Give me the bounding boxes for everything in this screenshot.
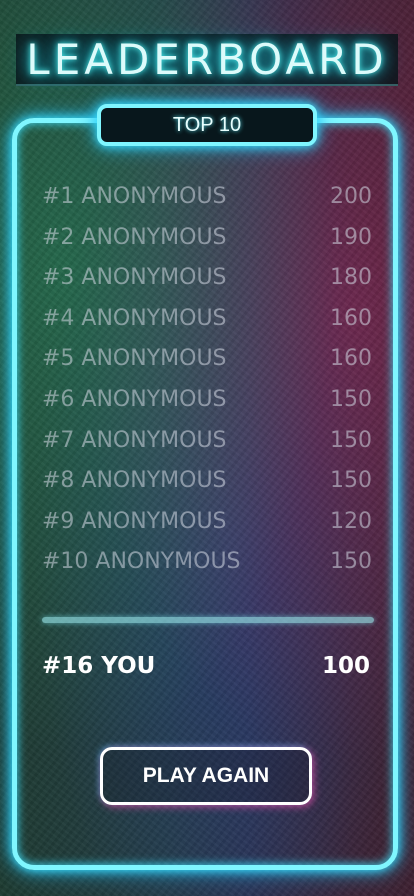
row-rank-name: #6 ANONYMOUS: [42, 386, 227, 412]
row-rank-name: #8 ANONYMOUS: [42, 468, 227, 494]
leaderboard-row: #3 ANONYMOUS 180: [42, 258, 372, 299]
row-score: 160: [330, 305, 372, 331]
leaderboard-row: #2 ANONYMOUS 190: [42, 218, 372, 259]
row-rank-name: #2 ANONYMOUS: [42, 224, 227, 250]
leaderboard-row: #5 ANONYMOUS 160: [42, 339, 372, 380]
tab-top-10: TOP 10: [172, 114, 242, 136]
row-score: 120: [330, 508, 372, 534]
player-score: 100: [321, 653, 370, 679]
player-rank-name: #16 YOU: [42, 653, 156, 679]
row-score: 190: [330, 224, 372, 250]
leaderboard-list: #1 ANONYMOUS 200 #2 ANONYMOUS 190 #3 ANO…: [42, 177, 372, 583]
row-score: 160: [330, 346, 372, 372]
row-score: 180: [330, 265, 372, 291]
leaderboard-title: LEADERBOARD: [26, 35, 388, 84]
player-rank-row: #16 YOU 100: [42, 646, 370, 686]
leaderboard-row: #8 ANONYMOUS 150: [42, 461, 372, 502]
row-rank-name: #1 ANONYMOUS: [42, 184, 227, 209]
leaderboard-row: #9 ANONYMOUS 120: [42, 502, 372, 543]
row-rank-name: #3 ANONYMOUS: [42, 265, 227, 291]
row-rank-name: #9 ANONYMOUS: [42, 508, 227, 534]
row-score: 150: [330, 386, 372, 412]
row-score: 150: [330, 427, 372, 453]
row-rank-name: #7 ANONYMOUS: [42, 427, 227, 453]
row-score: 200: [330, 184, 372, 209]
leaderboard-row: #10 ANONYMOUS 150: [42, 542, 372, 583]
row-score: 150: [330, 549, 372, 575]
row-rank-name: #4 ANONYMOUS: [42, 305, 227, 331]
play-again-button[interactable]: PLAY AGAIN: [100, 747, 312, 805]
row-rank-name: #10 ANONYMOUS: [42, 549, 241, 575]
leaderboard-row: #4 ANONYMOUS 160: [42, 299, 372, 340]
leaderboard-row: #6 ANONYMOUS 150: [42, 380, 372, 421]
divider-line: [42, 617, 374, 623]
leaderboard-row: #7 ANONYMOUS 150: [42, 421, 372, 462]
row-score: 150: [330, 468, 372, 494]
row-rank-name: #5 ANONYMOUS: [42, 346, 227, 372]
leaderboard-row: #1 ANONYMOUS 200: [42, 177, 372, 218]
